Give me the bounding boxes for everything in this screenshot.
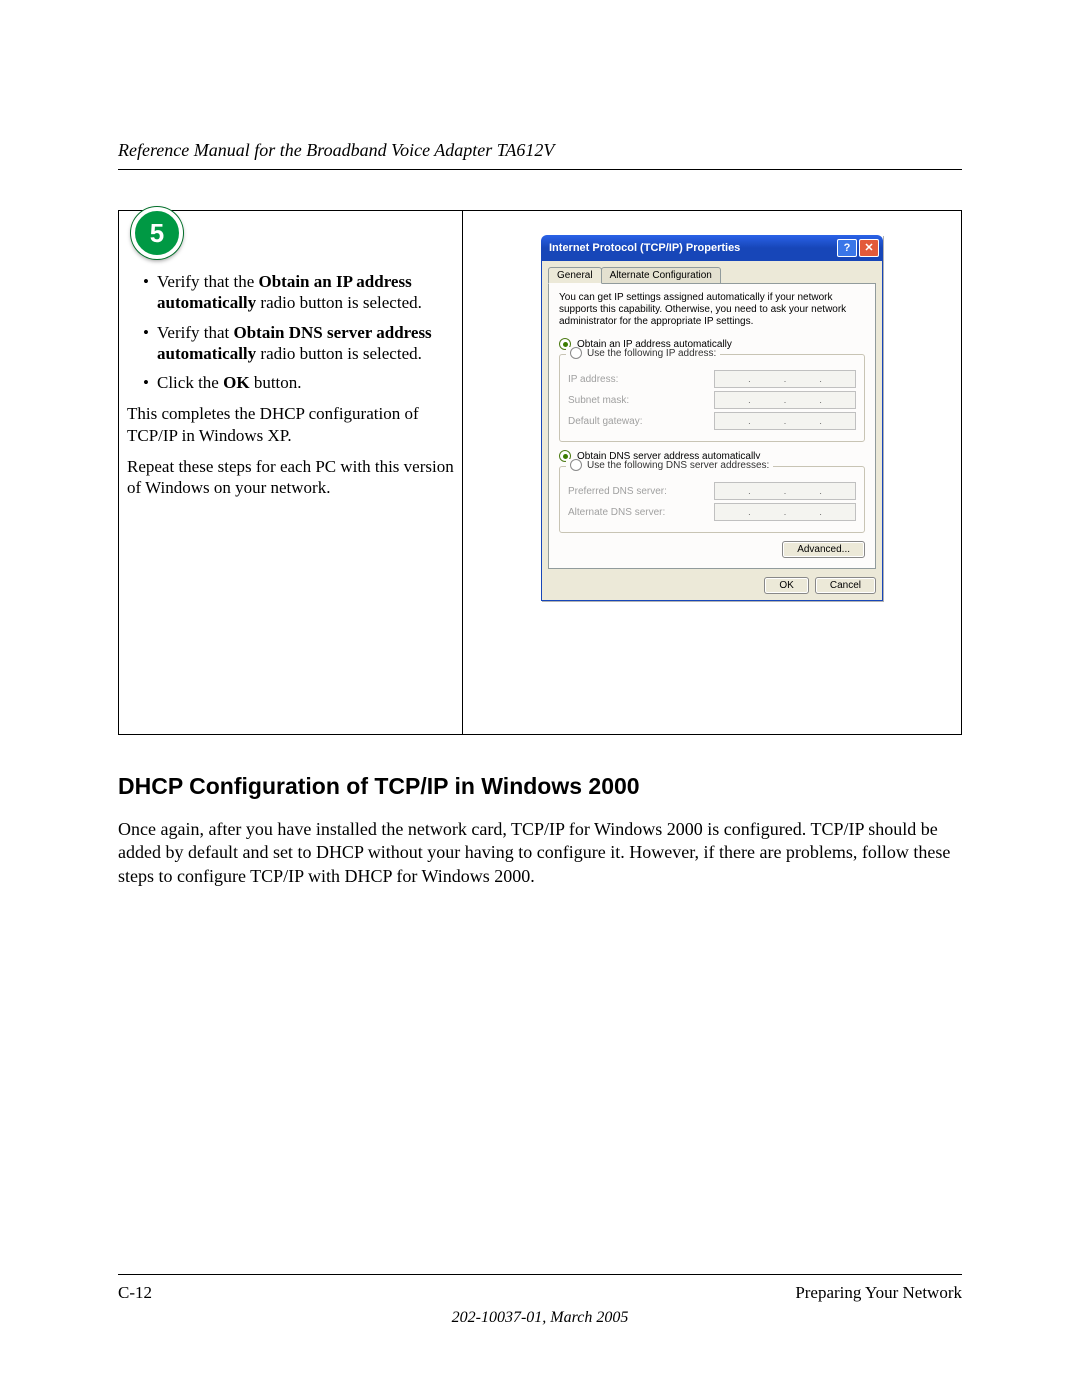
tab-general[interactable]: General <box>548 267 602 284</box>
fieldset-manual-dns: Use the following DNS server addresses: … <box>559 466 865 533</box>
step-number-badge: 5 <box>131 207 183 259</box>
radio-dot-unchecked-icon[interactable] <box>570 459 582 471</box>
close-icon: ✕ <box>864 243 873 254</box>
cancel-button[interactable]: Cancel <box>815 577 876 594</box>
label-subnet-mask: Subnet mask: <box>568 395 629 406</box>
dialog-title: Internet Protocol (TCP/IP) Properties <box>549 242 740 254</box>
step-content-frame: 5 Verify that the Obtain an IP address a… <box>118 210 962 735</box>
page-footer: C-12 Preparing Your Network 202-10037-01… <box>118 1274 962 1327</box>
step-text-column: 5 Verify that the Obtain an IP address a… <box>119 211 463 734</box>
label-default-gateway: Default gateway: <box>568 416 643 427</box>
footer-rule <box>118 1274 962 1275</box>
close-button[interactable]: ✕ <box>859 239 879 257</box>
label-ip-address: IP address: <box>568 374 618 385</box>
header-rule <box>118 169 962 170</box>
step-para-1: This completes the DHCP configuration of… <box>127 403 454 446</box>
ok-button[interactable]: OK <box>764 577 808 594</box>
section-name: Preparing Your Network <box>795 1283 962 1303</box>
input-subnet-mask[interactable]: ... <box>714 391 856 409</box>
help-button[interactable]: ? <box>837 239 857 257</box>
advanced-button[interactable]: Advanced... <box>782 541 865 558</box>
bullet-1: Verify that the Obtain an IP address aut… <box>143 271 454 314</box>
label-alternate-dns: Alternate DNS server: <box>568 507 665 518</box>
doc-id-date: 202-10037-01, March 2005 <box>118 1309 962 1327</box>
input-ip-address[interactable]: ... <box>714 370 856 388</box>
step-para-2: Repeat these steps for each PC with this… <box>127 456 454 499</box>
fieldset-manual-ip: Use the following IP address: IP address… <box>559 354 865 442</box>
section-body: Once again, after you have installed the… <box>118 818 962 888</box>
dialog-titlebar[interactable]: Internet Protocol (TCP/IP) Properties ? … <box>541 235 883 261</box>
label-preferred-dns: Preferred DNS server: <box>568 486 667 497</box>
screenshot-column: Internet Protocol (TCP/IP) Properties ? … <box>463 211 961 734</box>
bullet-3: Click the OK button. <box>143 372 454 393</box>
input-preferred-dns[interactable]: ... <box>714 482 856 500</box>
page-number: C-12 <box>118 1283 152 1303</box>
radio-use-following-dns[interactable]: Use the following DNS server addresses: <box>587 460 769 471</box>
tab-alternate-configuration[interactable]: Alternate Configuration <box>601 267 721 284</box>
bullet-2: Verify that Obtain DNS server address au… <box>143 322 454 365</box>
document-header: Reference Manual for the Broadband Voice… <box>118 140 962 161</box>
radio-use-following-ip[interactable]: Use the following IP address: <box>587 348 716 359</box>
radio-dot-unchecked-icon[interactable] <box>570 347 582 359</box>
tcpip-properties-dialog: Internet Protocol (TCP/IP) Properties ? … <box>541 235 883 601</box>
input-alternate-dns[interactable]: ... <box>714 503 856 521</box>
section-heading: DHCP Configuration of TCP/IP in Windows … <box>118 773 962 800</box>
input-default-gateway[interactable]: ... <box>714 412 856 430</box>
dialog-description: You can get IP settings assigned automat… <box>559 292 865 328</box>
